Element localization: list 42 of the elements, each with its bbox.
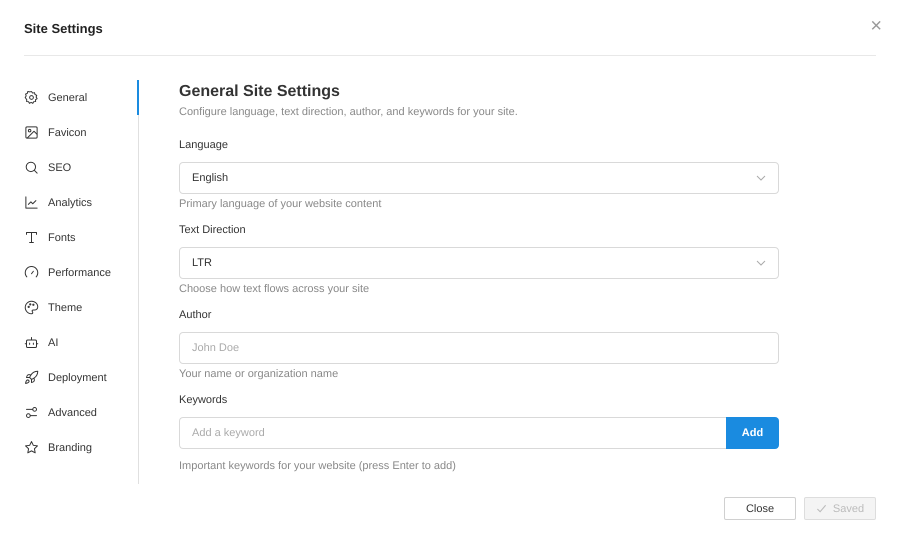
sidebar-item[interactable]: Theme bbox=[24, 290, 139, 325]
section-subtitle: Configure language, text direction, author, and keywords for your site. bbox=[179, 106, 519, 118]
select-field[interactable]: LTR bbox=[179, 247, 779, 279]
chevron-down-icon bbox=[756, 173, 766, 183]
gauge-icon bbox=[24, 265, 39, 280]
help-text: Choose how text flows across your site bbox=[179, 282, 370, 296]
help-text: Important keywords for your website (press Enter to add) bbox=[179, 459, 457, 473]
close-button[interactable]: Close bbox=[724, 497, 796, 520]
check-icon bbox=[816, 503, 827, 514]
robot-icon bbox=[24, 335, 39, 350]
sidebar-item[interactable]: SEO bbox=[24, 150, 139, 185]
sidebar-item[interactable]: Analytics bbox=[24, 185, 139, 220]
dialog-title: Site Settings bbox=[24, 21, 103, 36]
keyword-field[interactable]: Add a keyword bbox=[179, 417, 726, 449]
sliders-icon bbox=[24, 405, 39, 420]
sidebar-item[interactable]: AI bbox=[24, 325, 139, 360]
sidebar-item[interactable]: Performance bbox=[24, 255, 139, 290]
settings-icon bbox=[24, 90, 39, 105]
letter-t-icon bbox=[24, 230, 39, 245]
field-label: Author bbox=[179, 308, 212, 322]
field-label: Keywords bbox=[179, 393, 228, 407]
chevron-down-icon bbox=[756, 258, 766, 268]
rocket-icon bbox=[24, 370, 39, 385]
sidebar-item[interactable]: Advanced bbox=[24, 395, 139, 430]
section-heading: General Site Settings bbox=[179, 82, 341, 102]
search-icon bbox=[24, 160, 39, 175]
sidebar-item[interactable]: Fonts bbox=[24, 220, 139, 255]
help-text: Your name or organization name bbox=[179, 367, 340, 381]
sidebar-item[interactable]: Branding bbox=[24, 430, 139, 465]
image-icon bbox=[24, 125, 39, 140]
palette-icon bbox=[24, 300, 39, 315]
select-field[interactable]: English bbox=[179, 162, 779, 194]
field-label: Text Direction bbox=[179, 223, 247, 237]
sidebar-item[interactable]: Favicon bbox=[24, 115, 139, 150]
add-button[interactable]: Add bbox=[726, 417, 779, 449]
field-label: Language bbox=[179, 138, 229, 152]
star-icon bbox=[24, 440, 39, 455]
sidebar-item[interactable]: Deployment bbox=[24, 360, 139, 395]
sidebar-item[interactable]: General bbox=[24, 80, 139, 115]
line-chart-icon bbox=[24, 195, 39, 210]
help-text: Primary language of your website content bbox=[179, 197, 382, 211]
text-field[interactable]: John Doe bbox=[179, 332, 779, 364]
